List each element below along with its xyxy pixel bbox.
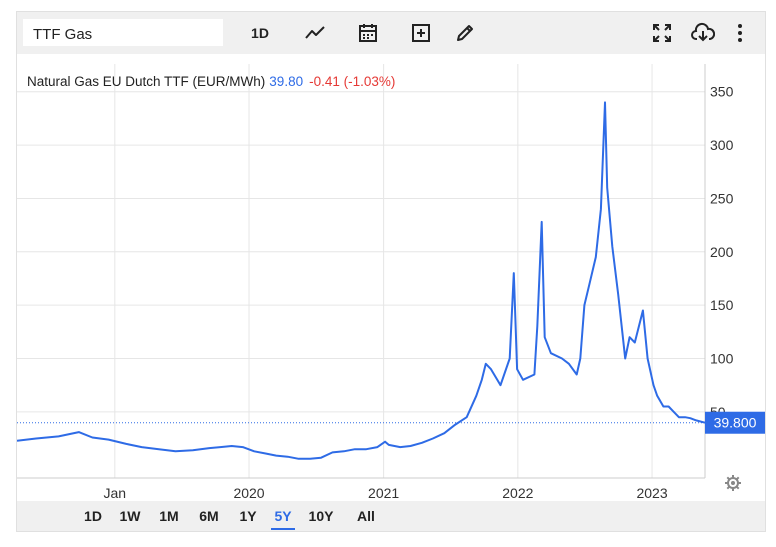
grid-lines (17, 64, 706, 479)
x-tick-label: 2021 (368, 485, 399, 501)
range-button-1w[interactable]: 1W (118, 506, 142, 528)
x-axis: Jan 2020 2021 2022 2023 (104, 485, 668, 501)
add-indicator-button[interactable] (406, 18, 436, 48)
y-tick-label: 250 (710, 190, 734, 206)
range-button-5y[interactable]: 5Y (271, 506, 295, 530)
settings-button[interactable] (724, 474, 742, 497)
add-indicator-icon (412, 24, 430, 42)
range-button-1y[interactable]: 1Y (236, 506, 260, 528)
more-options-button[interactable] (725, 18, 755, 48)
gear-icon (725, 475, 741, 491)
range-button-6m[interactable]: 6M (197, 506, 221, 528)
x-tick-label: Jan (104, 485, 127, 501)
x-tick-label: 2023 (636, 485, 667, 501)
fullscreen-button[interactable] (647, 18, 677, 48)
x-tick-label: 2020 (233, 485, 264, 501)
last-price-tag: 39.800 (17, 411, 765, 434)
range-button-1m[interactable]: 1M (157, 506, 181, 528)
chart-widget: 1D (16, 11, 766, 532)
y-tick-label: 100 (710, 350, 734, 366)
chart-toolbar: 1D (17, 12, 765, 54)
date-range-button[interactable] (353, 18, 383, 48)
calendar-icon (359, 24, 377, 42)
legend-price: 39.80 (269, 74, 304, 89)
chart-type-button[interactable] (300, 18, 330, 48)
cloud-download-icon (691, 22, 715, 42)
download-button[interactable] (688, 18, 718, 48)
y-tick-label: 350 (710, 84, 734, 100)
y-tick-label: 300 (710, 137, 734, 153)
range-button-all[interactable]: All (352, 506, 380, 528)
range-button-1d[interactable]: 1D (81, 506, 105, 528)
instrument-name: Natural Gas EU Dutch TTF (EUR/MWh) (27, 74, 266, 89)
y-tick-label: 200 (710, 244, 734, 260)
chart-legend: Natural Gas EU Dutch TTF (EUR/MWh) 39.80-… (27, 74, 395, 89)
legend-change: -0.41 (-1.03%) (309, 74, 396, 89)
line-chart-icon (305, 26, 325, 39)
more-vertical-icon (738, 24, 742, 42)
series-line (17, 101, 706, 460)
series-layer (17, 101, 706, 460)
range-selector: 1D 1W 1M 6M 1Y 5Y 10Y All (17, 501, 765, 531)
fullscreen-icon (653, 24, 671, 42)
symbol-search-input[interactable] (23, 19, 223, 46)
x-tick-label: 2022 (502, 485, 533, 501)
range-button-10y[interactable]: 10Y (307, 506, 335, 528)
last-price-value: 39.800 (714, 415, 757, 431)
draw-pencil-icon (457, 25, 473, 41)
interval-button[interactable]: 1D (245, 18, 275, 48)
y-axis: 50100150200250300350 (710, 84, 734, 420)
price-chart[interactable]: 50100150200250300350 Jan2020202120222023… (17, 64, 765, 502)
y-tick-label: 150 (710, 297, 734, 313)
drawing-button[interactable] (450, 18, 480, 48)
interval-label: 1D (251, 25, 269, 41)
